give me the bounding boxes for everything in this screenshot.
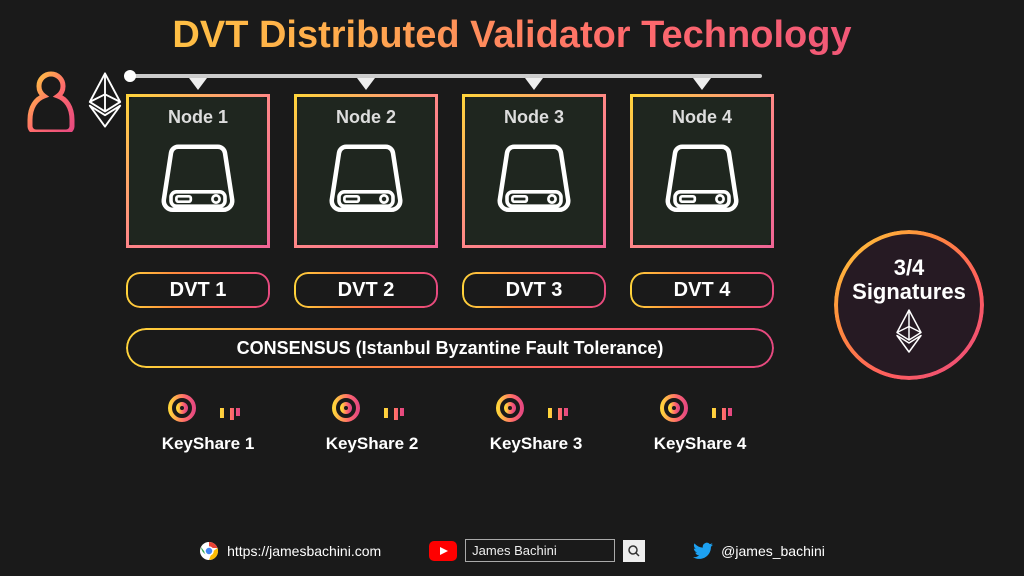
key-icon: [330, 388, 414, 428]
node-box: Node 1: [126, 94, 270, 248]
key-icon: [166, 388, 250, 428]
signatures-badge: 3/4 Signatures: [834, 230, 984, 380]
page-title: DVT Distributed Validator Technology: [0, 0, 1024, 57]
dvt-row: DVT 1 DVT 2 DVT 3 DVT 4: [126, 272, 774, 308]
dvt-label: DVT 2: [338, 279, 395, 302]
dvt-pill: DVT 4: [630, 272, 774, 308]
key-icon: [658, 388, 742, 428]
ethereum-icon: [86, 71, 124, 129]
node-column-3: Node 3: [462, 78, 606, 248]
nodes-row: Node 1 Node 2 Node 3: [126, 78, 774, 248]
footer-site-url: https://jamesbachini.com: [227, 543, 381, 559]
drop-arrow-icon: [525, 78, 543, 90]
storage-device-icon: [657, 136, 747, 226]
footer: https://jamesbachini.com @james_bachini: [0, 539, 1024, 562]
dvt-label: DVT 4: [674, 279, 731, 302]
user-eth-group: [24, 68, 124, 132]
search-icon: [628, 545, 640, 557]
dvt-label: DVT 3: [506, 279, 563, 302]
dvt-pill: DVT 3: [462, 272, 606, 308]
keyshares-row: KeyShare 1 KeyShare 2 KeyShare 3 KeyShar…: [148, 388, 760, 454]
drop-arrow-icon: [357, 78, 375, 90]
signatures-ratio: 3/4: [894, 256, 925, 280]
youtube-icon: [429, 541, 457, 561]
twitter-icon: [693, 542, 713, 560]
footer-youtube[interactable]: [429, 539, 645, 562]
youtube-search-input[interactable]: [465, 539, 615, 562]
dvt-pill: DVT 2: [294, 272, 438, 308]
drop-arrow-icon: [693, 78, 711, 90]
chrome-icon: [199, 541, 219, 561]
node-box: Node 4: [630, 94, 774, 248]
node-column-1: Node 1: [126, 78, 270, 248]
node-label: Node 3: [465, 107, 603, 128]
consensus-bar: CONSENSUS (Istanbul Byzantine Fault Tole…: [126, 328, 774, 368]
user-icon: [24, 68, 78, 132]
node-column-2: Node 2: [294, 78, 438, 248]
signatures-label: Signatures: [852, 280, 966, 304]
keyshare-column: KeyShare 2: [312, 388, 432, 454]
keyshare-label: KeyShare 3: [490, 434, 583, 454]
keyshare-label: KeyShare 2: [326, 434, 419, 454]
search-button[interactable]: [623, 540, 645, 562]
node-label: Node 2: [297, 107, 435, 128]
keyshare-column: KeyShare 1: [148, 388, 268, 454]
consensus-label: CONSENSUS (Istanbul Byzantine Fault Tole…: [237, 338, 664, 359]
drop-arrow-icon: [189, 78, 207, 90]
storage-device-icon: [321, 136, 411, 226]
node-box: Node 2: [294, 94, 438, 248]
node-box: Node 3: [462, 94, 606, 248]
keyshare-column: KeyShare 3: [476, 388, 596, 454]
node-label: Node 1: [129, 107, 267, 128]
storage-device-icon: [489, 136, 579, 226]
node-column-4: Node 4: [630, 78, 774, 248]
keyshare-label: KeyShare 4: [654, 434, 747, 454]
keyshare-label: KeyShare 1: [162, 434, 255, 454]
footer-site[interactable]: https://jamesbachini.com: [199, 541, 381, 561]
dvt-label: DVT 1: [170, 279, 227, 302]
storage-device-icon: [153, 136, 243, 226]
key-icon: [494, 388, 578, 428]
footer-twitter-handle: @james_bachini: [721, 543, 825, 559]
dvt-pill: DVT 1: [126, 272, 270, 308]
node-label: Node 4: [633, 107, 771, 128]
keyshare-column: KeyShare 4: [640, 388, 760, 454]
footer-twitter[interactable]: @james_bachini: [693, 542, 825, 560]
ethereum-icon: [894, 308, 924, 354]
